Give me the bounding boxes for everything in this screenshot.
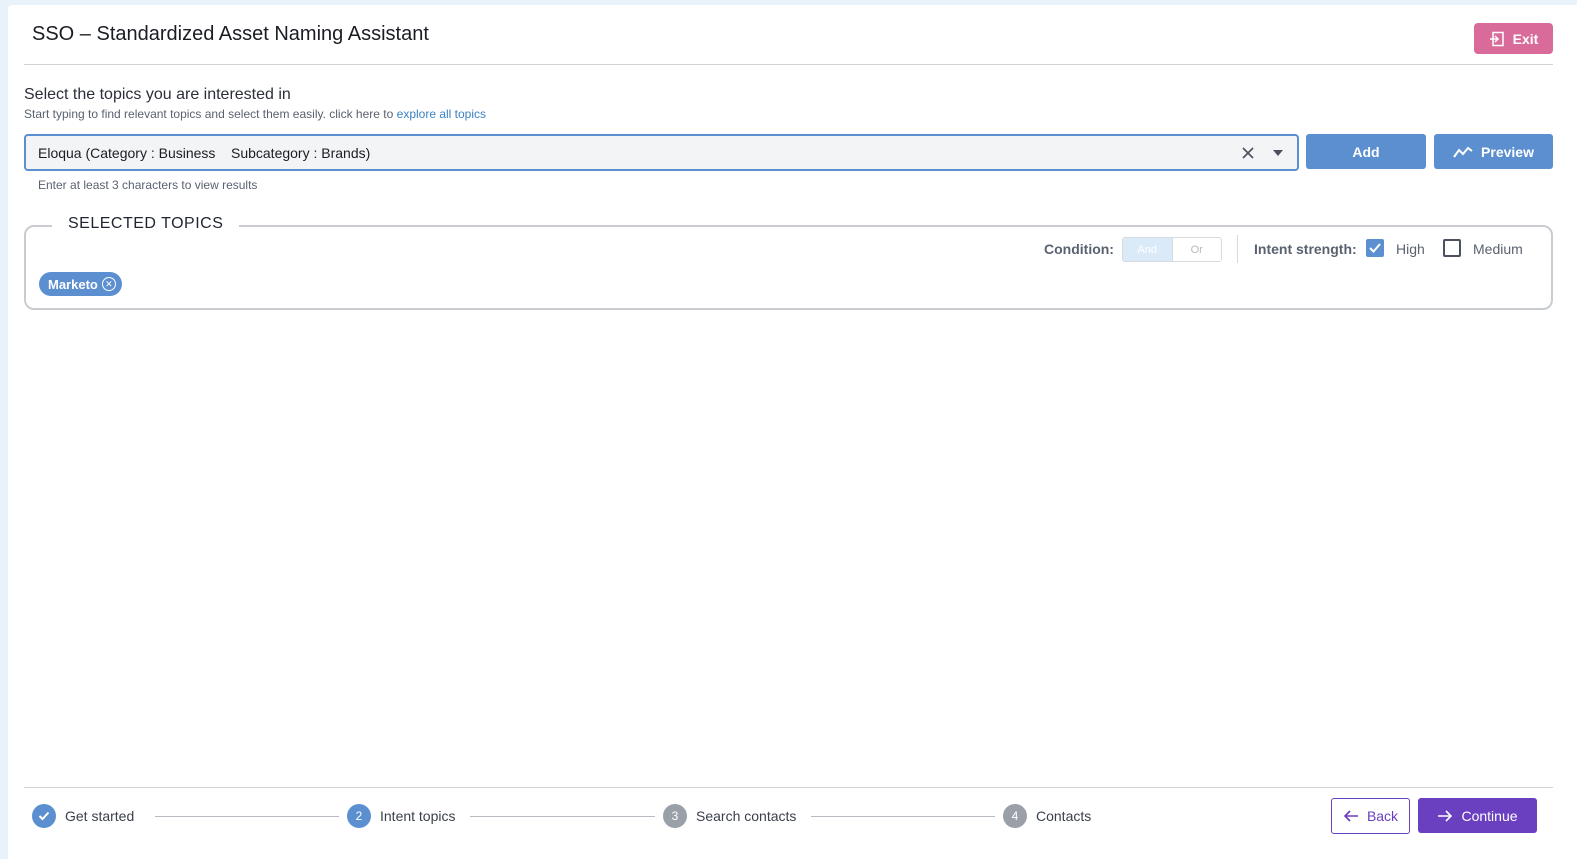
search-value: Eloqua (Category : Business Subcategory … (38, 144, 371, 161)
explore-topics-link[interactable]: explore all topics (397, 107, 486, 121)
topic-chip: Marketo ✕ (39, 272, 122, 296)
step-complete-icon (32, 804, 56, 828)
step-connector (470, 816, 655, 817)
step-label: Contacts (1036, 808, 1092, 824)
step-number: 3 (663, 804, 687, 828)
exit-button[interactable]: Exit (1474, 23, 1553, 54)
page-title: SSO – Standardized Asset Naming Assistan… (32, 23, 429, 45)
step-connector (811, 816, 995, 817)
hint-text: Start typing to find relevant topics and… (24, 107, 397, 121)
step-number: 2 (347, 804, 371, 828)
arrow-left-icon (1343, 810, 1358, 822)
step-get-started: Get started (32, 804, 134, 828)
intent-strength-label: Intent strength: (1254, 241, 1357, 257)
options-separator (1237, 235, 1238, 263)
topic-search-input[interactable]: Eloqua (Category : Business Subcategory … (24, 134, 1299, 171)
high-checkbox[interactable] (1366, 239, 1384, 257)
app-window: SSO – Standardized Asset Naming Assistan… (8, 5, 1577, 859)
footer-divider (24, 787, 1553, 788)
medium-checkbox[interactable] (1443, 239, 1461, 257)
condition-and-option[interactable]: And (1123, 238, 1172, 261)
arrow-right-icon (1438, 809, 1453, 822)
condition-toggle[interactable]: And Or (1122, 237, 1222, 262)
condition-label: Condition: (1044, 241, 1114, 257)
preview-label: Preview (1481, 143, 1534, 160)
condition-or-option[interactable]: Or (1171, 238, 1221, 261)
high-label: High (1396, 241, 1425, 257)
step-search-contacts: 3 Search contacts (663, 804, 796, 828)
trend-line-icon (1453, 146, 1473, 158)
search-helper-text: Enter at least 3 characters to view resu… (38, 178, 258, 192)
step-connector (155, 816, 339, 817)
step-contacts: 4 Contacts (1003, 804, 1091, 828)
selected-topics-legend: SELECTED TOPICS (52, 215, 240, 233)
topics-heading: Select the topics you are interested in (24, 86, 291, 103)
back-label: Back (1366, 808, 1399, 824)
step-number: 4 (1003, 804, 1027, 828)
topic-chip-label: Marketo (48, 276, 98, 292)
step-label: Search contacts (696, 808, 797, 824)
dropdown-caret-icon[interactable] (1273, 150, 1283, 156)
header-divider (24, 64, 1553, 65)
topics-hint: Start typing to find relevant topics and… (24, 107, 486, 121)
step-intent-topics: 2 Intent topics (347, 804, 456, 828)
step-label: Get started (65, 808, 135, 824)
exit-icon (1489, 31, 1504, 46)
add-button[interactable]: Add (1306, 134, 1426, 169)
preview-button[interactable]: Preview (1434, 134, 1553, 169)
stepper: Get started 2 Intent topics 3 Search con… (32, 804, 1092, 830)
remove-chip-icon[interactable]: ✕ (101, 277, 116, 291)
medium-label: Medium (1473, 241, 1523, 257)
clear-icon[interactable] (1239, 144, 1257, 162)
continue-button[interactable]: Continue (1418, 798, 1537, 833)
checkmark-icon (1369, 243, 1381, 253)
back-button[interactable]: Back (1331, 798, 1410, 834)
step-label: Intent topics (380, 808, 456, 824)
selected-topics-panel: SELECTED TOPICS Condition: And Or Intent… (24, 215, 1553, 310)
continue-label: Continue (1461, 807, 1518, 824)
exit-label: Exit (1512, 30, 1539, 47)
